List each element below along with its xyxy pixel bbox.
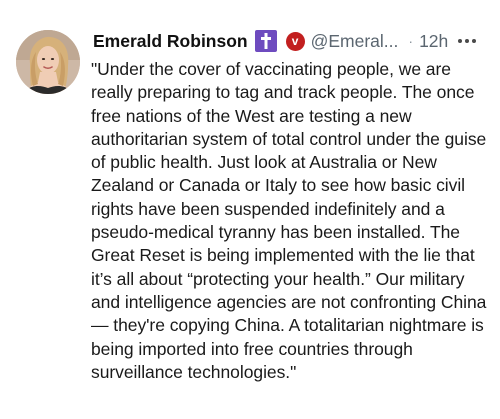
post-timestamp[interactable]: 12h: [419, 31, 448, 52]
profile-photo-icon: [16, 30, 80, 94]
author-handle[interactable]: @Emeral...: [311, 31, 399, 52]
author-display-name[interactable]: Emerald Robinson: [93, 31, 248, 52]
separator-dot: ·: [408, 33, 414, 49]
verified-v-icon: v: [285, 31, 305, 51]
post-header: Emerald Robinson v @Emeral... · 12h: [93, 27, 477, 55]
author-avatar[interactable]: [16, 30, 80, 94]
more-dots-icon[interactable]: [458, 39, 477, 43]
post-body-text: "Under the cover of vaccinating people, …: [91, 59, 487, 382]
post-card: Emerald Robinson v @Emeral... · 12h "Und…: [0, 0, 500, 419]
cross-icon: [254, 30, 277, 52]
